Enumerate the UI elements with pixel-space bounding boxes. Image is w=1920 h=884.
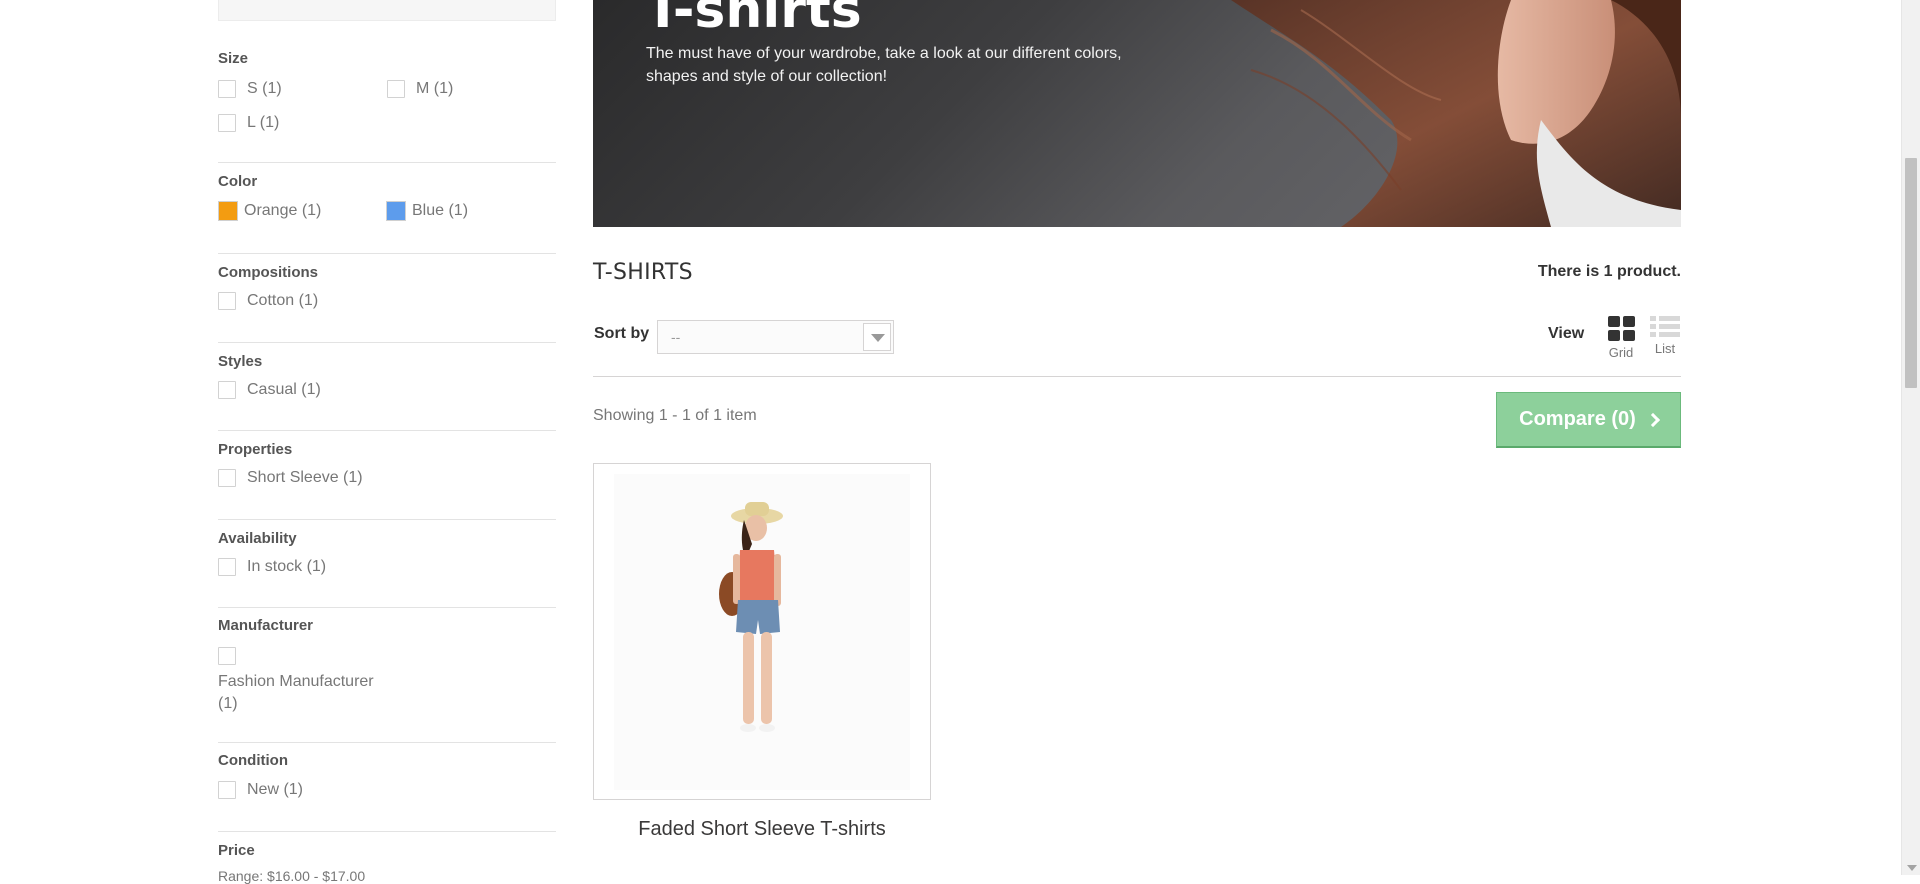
checkbox[interactable]: [218, 292, 236, 310]
checkbox[interactable]: [218, 558, 236, 576]
filter-option-cotton[interactable]: Cotton (1): [218, 292, 318, 310]
filter-group-condition: Condition New (1): [218, 743, 556, 832]
vertical-scrollbar[interactable]: [1901, 0, 1920, 875]
toolbar-divider: [593, 376, 1681, 377]
view-label: View: [1548, 325, 1585, 342]
filter-option-fashion-manufacturer[interactable]: Fashion Manufacturer (1): [218, 671, 374, 715]
pagination-summary: Showing 1 - 1 of 1 item: [593, 407, 757, 424]
chevron-right-icon: [1645, 412, 1660, 427]
color-swatch-orange[interactable]: [218, 201, 238, 221]
view-grid-label: Grid: [1608, 345, 1634, 360]
checkbox[interactable]: [218, 114, 236, 132]
category-heading: T-SHIRTS: [593, 260, 693, 285]
view-list-button[interactable]: List: [1647, 316, 1683, 356]
filter-option-label: Casual (1): [247, 381, 321, 398]
color-swatch-blue[interactable]: [386, 201, 406, 221]
product-card[interactable]: [593, 463, 931, 800]
product-count: There is 1 product.: [1537, 263, 1681, 280]
filter-group-manufacturer: Manufacturer Fashion Manufacturer (1): [218, 608, 556, 743]
filter-group-properties: Properties Short Sleeve (1): [218, 431, 556, 520]
filter-option-label: Orange (1): [244, 202, 322, 219]
banner-title: T-shirts: [645, 0, 862, 40]
filter-title-color: Color: [218, 173, 258, 190]
filter-option-label: Fashion Manufacturer: [218, 673, 374, 690]
filter-option-short-sleeve[interactable]: Short Sleeve (1): [218, 469, 363, 487]
filter-group-size: Size S (1) M (1) L (1): [218, 0, 556, 163]
banner-description: The must have of your wardrobe, take a l…: [646, 45, 1122, 85]
filter-option-label: Cotton (1): [247, 292, 319, 309]
view-grid-button[interactable]: Grid: [1603, 316, 1639, 360]
product-name[interactable]: Faded Short Sleeve T-shirts: [593, 818, 931, 841]
filter-group-availability: Availability In stock (1): [218, 520, 556, 608]
filter-title-properties: Properties: [218, 441, 293, 458]
filter-group-color: Color Orange (1) Blue (1): [218, 163, 556, 254]
filter-option-label: In stock (1): [247, 558, 327, 575]
checkbox-manufacturer[interactable]: [218, 647, 236, 665]
filter-option-label: S (1): [247, 80, 282, 97]
filter-option-color-blue[interactable]: Blue (1): [386, 201, 468, 221]
filter-option-count: (1): [218, 695, 238, 712]
filter-option-label: Short Sleeve (1): [247, 469, 363, 486]
banner-model-image: [1231, 0, 1681, 227]
filter-title-manufacturer: Manufacturer: [218, 617, 314, 634]
filter-option-label: M (1): [416, 80, 454, 97]
filter-option-in-stock[interactable]: In stock (1): [218, 558, 326, 576]
filter-option-casual[interactable]: Casual (1): [218, 381, 321, 399]
filter-title-styles: Styles: [218, 353, 263, 370]
checkbox[interactable]: [218, 381, 236, 399]
view-list-label: List: [1654, 341, 1676, 356]
filter-option-size-s[interactable]: S (1): [218, 80, 282, 98]
scroll-down-arrow-icon[interactable]: [1907, 865, 1917, 871]
filter-option-size-l[interactable]: L (1): [218, 114, 279, 132]
filter-title-price: Price: [218, 842, 255, 859]
sort-select-value: --: [671, 329, 681, 345]
filter-option-label: New (1): [247, 781, 304, 798]
filter-title-availability: Availability: [218, 530, 297, 547]
filter-option-label: L (1): [247, 114, 280, 131]
category-banner: T-shirts The must have of your wardrobe,…: [593, 0, 1681, 227]
filter-group-styles: Styles Casual (1): [218, 343, 556, 431]
filter-option-new[interactable]: New (1): [218, 781, 303, 799]
compare-button-label: Compare (0): [1519, 408, 1636, 430]
checkbox[interactable]: [387, 80, 405, 98]
grid-icon: [1607, 316, 1635, 341]
list-icon: [1650, 316, 1680, 337]
price-range-text: Range: $16.00 - $17.00: [218, 868, 366, 884]
filter-title-compositions: Compositions: [218, 264, 318, 281]
compare-button[interactable]: Compare (0): [1496, 392, 1681, 448]
filter-group-compositions: Compositions Cotton (1): [218, 254, 556, 343]
checkbox[interactable]: [218, 781, 236, 799]
sort-select[interactable]: --: [657, 320, 894, 354]
filter-title-size: Size: [218, 50, 249, 67]
sort-label: Sort by: [594, 325, 650, 342]
checkbox[interactable]: [218, 469, 236, 487]
filter-title-condition: Condition: [218, 752, 288, 769]
scrollbar-thumb[interactable]: [1905, 158, 1917, 388]
filter-option-color-orange[interactable]: Orange (1): [218, 201, 321, 221]
checkbox[interactable]: [218, 80, 236, 98]
filter-option-label: Blue (1): [412, 202, 469, 219]
filter-option-size-m[interactable]: M (1): [387, 80, 453, 98]
chevron-down-icon[interactable]: [863, 323, 891, 351]
product-image[interactable]: [614, 474, 910, 790]
